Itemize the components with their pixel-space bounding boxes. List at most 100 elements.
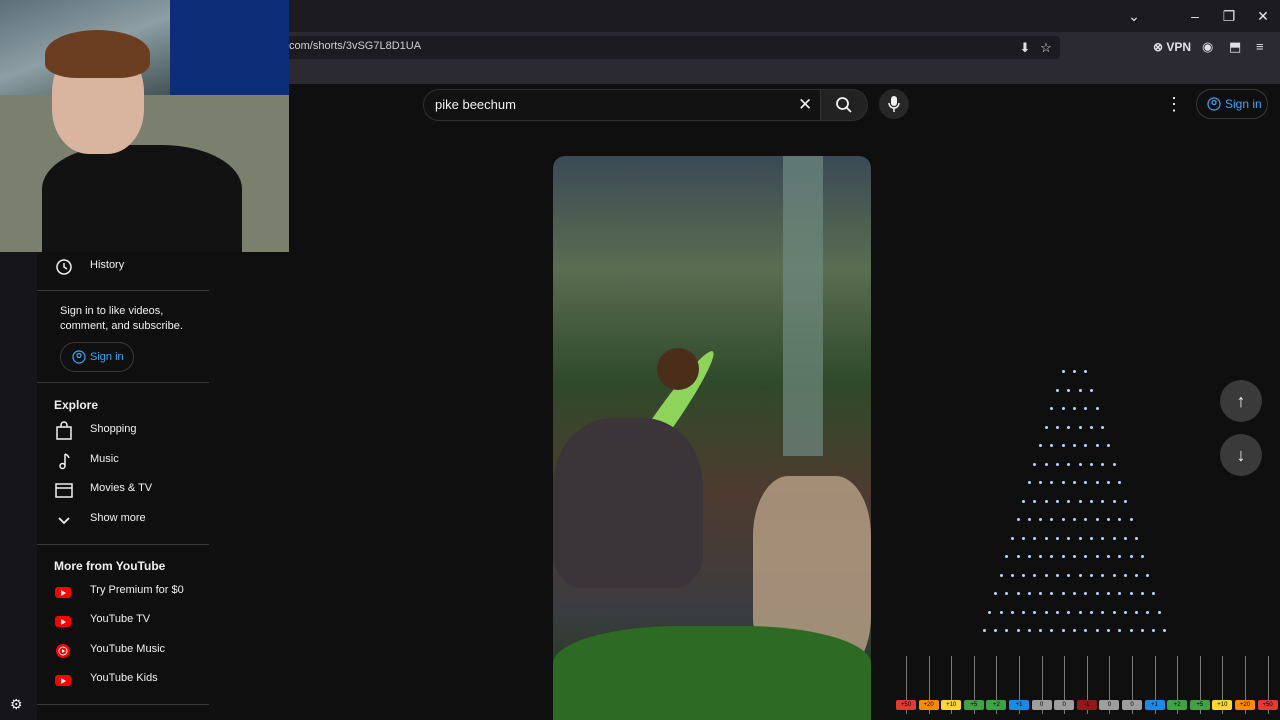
vpn-label: VPN [1166,40,1192,54]
visualizer-dot [982,629,986,632]
audio-visualizer: +50 +20 +10 +5 +2 +1 0 0 -1 0 0 +1 +2 +5 +10 +20 +50 [893,360,1280,720]
vpn-button[interactable]: ⊗ VPN [1153,39,1191,55]
visualizer-meter-label: +2 [1167,700,1188,710]
restore-icon[interactable]: ❐ [1219,6,1239,26]
sidebar-signin-button[interactable]: Sign in [60,342,134,372]
minimize-icon[interactable]: – [1185,6,1205,26]
sidebar-item-youtube-kids[interactable]: YouTube Kids [54,668,209,692]
visualizer-meter-label: +20 [918,700,939,710]
menu-icon[interactable]: ≡ [1256,39,1264,55]
visualizer-dot [1095,629,1099,632]
chevron-down-icon[interactable]: ⌄ [1124,6,1144,26]
visualizer-dot [1067,425,1071,429]
visualizer-dot [1005,629,1009,632]
extensions-icon[interactable]: ⬒ [1229,39,1241,55]
shopping-bag-icon [56,421,72,440]
visualizer-dot [993,592,997,595]
music-note-icon [59,453,70,470]
sidebar-item-movies-tv[interactable]: Movies & TV [54,478,209,502]
visualizer-dot [1084,629,1088,632]
clear-search-icon[interactable]: ✕ [798,95,812,115]
gear-icon[interactable]: ⚙ [10,696,26,712]
visualizer-dot [1146,610,1150,614]
sidebar-item-youtube-music[interactable]: YouTube Music [54,639,209,663]
divider [37,382,209,383]
account-circle-icon [72,350,86,364]
visualizer-dot [1112,573,1116,577]
visualizer-dot [1027,518,1031,521]
visualizer-dot [1061,481,1065,484]
visualizer-dot [1050,592,1054,595]
visualizer-dot [1106,555,1110,558]
visualizer-dot [1095,518,1099,521]
visualizer-dot [1101,425,1105,429]
visualizer-dot [1073,407,1076,410]
visualizer-dot [1123,610,1127,614]
visualizer-dot [1044,425,1048,429]
visualizer-dot [1101,462,1105,466]
url-field[interactable]: com/shorts/3vSG7L8D1UA ⬇ ☆ [280,36,1060,59]
header-signin-button[interactable]: Sign in [1196,89,1268,119]
visualizer-dot [1016,518,1020,521]
vpn-shield-icon: ⊗ [1153,40,1164,54]
bookmark-star-icon[interactable]: ☆ [1038,40,1054,56]
visualizer-dot [1067,536,1071,540]
sidebar-item-history[interactable]: History [54,255,209,279]
visualizer-dot [1073,370,1076,373]
visualizer-dot [1112,610,1116,614]
more-options-icon[interactable]: ⋮ [1165,94,1183,114]
sidebar-item-premium[interactable]: Try Premium for $0 [54,580,209,604]
visualizer-dot [1078,573,1082,577]
sidebar-item-show-more[interactable]: Show more [54,508,209,532]
visualizer-dot [1095,555,1099,558]
visualizer-dot [1067,610,1071,614]
visualizer-dot [1022,573,1026,577]
visualizer-dot [1039,555,1043,558]
visualizer-dot [1129,629,1133,632]
visualizer-dot [1033,499,1037,503]
visualizer-dot [1050,481,1054,484]
visualizer-dot [1089,499,1093,503]
sidebar-edge [0,252,37,720]
divider [37,704,209,705]
visualizer-dot [1050,407,1054,410]
visualizer-dot [1135,610,1139,614]
visualizer-dot [1089,573,1093,577]
visualizer-dot [1078,425,1082,429]
visualizer-dot [1089,536,1093,540]
aquarium-plants [553,626,871,720]
visualizer-meter-label: +10 [941,700,962,710]
visualizer-dot [1067,573,1071,577]
visualizer-dot [1106,481,1110,484]
install-page-icon[interactable]: ⬇ [1017,40,1033,56]
visualizer-dot [1078,462,1082,466]
sidebar-item-label: History [90,259,125,271]
signin-prompt-text: Sign in to like videos, comment, and sub… [60,305,183,332]
visualizer-dot [1005,555,1009,558]
shorts-video-player[interactable] [553,156,871,720]
visualizer-dot [1067,499,1071,503]
voice-search-button[interactable] [879,89,909,119]
visualizer-dot [1073,481,1076,484]
visualizer-dot [1061,592,1065,595]
visualizer-dot [1129,555,1133,558]
close-icon[interactable]: ✕ [1253,6,1273,26]
account-icon[interactable]: ◉ [1202,39,1213,55]
visualizer-dot [1050,629,1054,632]
visualizer-dot [1039,481,1043,484]
visualizer-meter-label: +5 [963,700,984,710]
visualizer-dot [1118,592,1122,595]
visualizer-dot [1146,573,1150,577]
search-input[interactable]: pike beechum ✕ [423,89,822,121]
youtube-kids-icon [54,670,74,690]
visualizer-dot [1044,536,1048,540]
sidebar-item-shopping[interactable]: Shopping [54,419,209,443]
visualizer-dot [1089,610,1093,614]
visualizer-dot [1140,629,1144,632]
sidebar-item-youtube-tv[interactable]: YouTube TV [54,609,209,633]
visualizer-dot [1050,555,1054,558]
visualizer-dot [1056,425,1060,429]
visualizer-dot [1140,555,1144,558]
sidebar-item-music[interactable]: Music [54,449,209,473]
search-button[interactable] [820,89,868,121]
